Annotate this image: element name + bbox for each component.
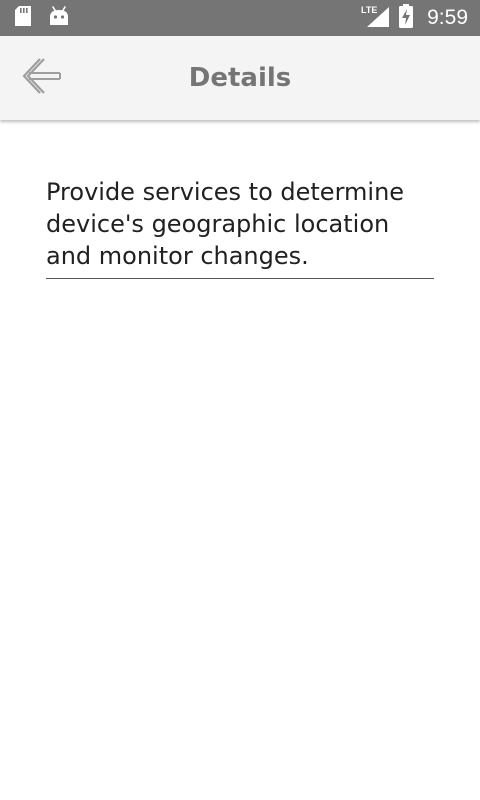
status-time: 9:59 — [427, 6, 468, 29]
app-bar: Details — [0, 36, 480, 120]
battery-charging-icon — [399, 4, 414, 32]
lte-signal-icon: LTE — [361, 4, 391, 32]
status-bar: LTE 9:59 — [0, 0, 480, 36]
description-field[interactable]: Provide services to determine device's g… — [46, 176, 434, 279]
network-label: LTE — [361, 5, 377, 15]
android-icon — [48, 5, 70, 31]
main-content: Provide services to determine device's g… — [46, 176, 434, 279]
page-title: Details — [188, 63, 292, 93]
status-left-icons — [14, 0, 70, 36]
back-button[interactable] — [14, 52, 70, 104]
sd-card-icon — [14, 5, 32, 31]
back-arrow-icon — [22, 57, 62, 99]
status-right-icons: LTE 9:59 — [361, 0, 468, 36]
